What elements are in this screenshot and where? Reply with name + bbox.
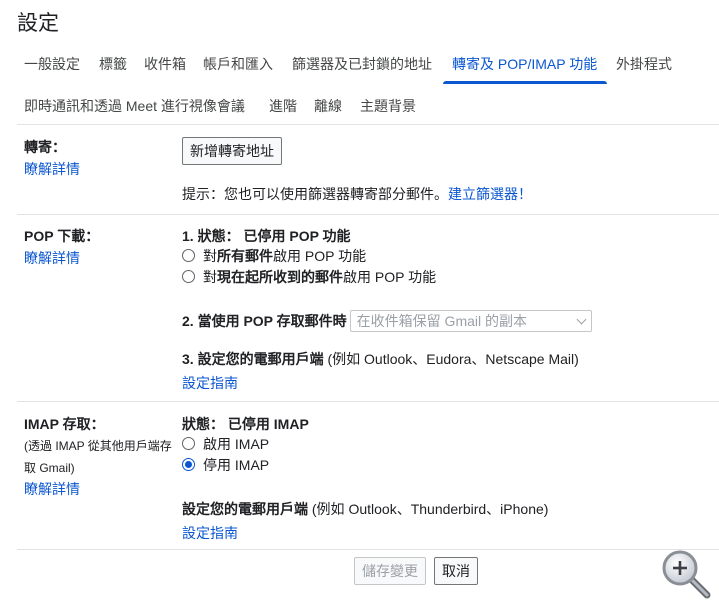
pop-client-rest: (例如 Outlook、Eudora、Netscape Mail) [323, 351, 579, 367]
divider [17, 124, 719, 125]
pop-learn-more-link[interactable]: 瞭解詳情 [24, 250, 80, 266]
imap-enable-label: 啟用 IMAP [203, 435, 270, 452]
imap-client-rest: (例如 Outlook、Thunderbird、iPhone) [308, 501, 549, 517]
magnifier-zoom-in-icon[interactable] [660, 548, 712, 600]
pop-access-label: 2. 當使用 POP 存取郵件時 [182, 313, 347, 329]
pop-access-select[interactable]: 在收件箱保留 Gmail 的副本 [349, 310, 592, 332]
forwarding-tip-text: 提示：您也可以使用篩選器轉寄部分郵件。 [182, 186, 448, 202]
pop-status: 1. 狀態： 已停用 POP 功能 [182, 226, 592, 245]
pop-option1-bold: 所有郵件 [217, 247, 273, 264]
pop-access-select-value: 在收件箱保留 Gmail 的副本 [356, 313, 528, 329]
tab-addons[interactable]: 外掛程式 [616, 54, 672, 74]
imap-status-value: 已停用 IMAP [227, 416, 309, 432]
chevron-down-icon [576, 314, 587, 324]
pop-from-now-radio[interactable] [182, 270, 195, 283]
pop-option2-pre: 對 [203, 268, 217, 285]
tab-labels[interactable]: 標籤 [99, 54, 127, 74]
divider [17, 549, 719, 550]
cancel-button[interactable]: 取消 [434, 557, 478, 585]
pop-label: POP 下載： 瞭解詳情 [24, 226, 99, 268]
pop-option-all-mail[interactable]: 對所有郵件 啟用 POP 功能 [182, 245, 592, 266]
forwarding-label: 轉寄： 瞭解詳情 [24, 137, 80, 179]
imap-subtitle-line2: 取 Gmail) [24, 461, 75, 475]
forwarding-tip: 提示：您也可以使用篩選器轉寄部分郵件。建立篩選器！ [182, 184, 532, 204]
imap-disable-label: 停用 IMAP [203, 456, 270, 473]
forwarding-title: 轉寄： [24, 139, 66, 155]
pop-all-mail-radio[interactable] [182, 249, 195, 262]
create-filter-link[interactable]: 建立篩選器！ [448, 186, 532, 202]
settings-tabs: 一般設定 標籤 收件箱 帳戶和匯入 篩選器及已封鎖的地址 轉寄及 POP/IMA… [0, 48, 719, 136]
pop-status-value: 已停用 POP 功能 [243, 228, 351, 244]
tab-offline[interactable]: 離線 [314, 96, 342, 116]
pop-title: POP 下載： [24, 228, 100, 244]
pop-option-from-now[interactable]: 對現在起所收到的郵件 啟用 POP 功能 [182, 266, 592, 287]
imap-disable-radio[interactable] [182, 458, 195, 471]
tab-chat-meet[interactable]: 即時通訊和透過 Meet 進行視像會議 [24, 96, 245, 116]
imap-setup-guide-link[interactable]: 設定指南 [182, 525, 238, 541]
pop-status-prefix: 1. 狀態： [182, 228, 240, 244]
pop-option2-post: 啟用 POP 功能 [343, 268, 437, 285]
imap-client-bold: 設定您的電郵用戶端 [182, 501, 308, 517]
tab-row-2: 即時通訊和透過 Meet 進行視像會議 進階 離線 主題背景 [0, 92, 719, 136]
forwarding-content: 新增轉寄地址 提示：您也可以使用篩選器轉寄部分郵件。建立篩選器！ [182, 137, 532, 204]
pop-option2-bold: 現在起所收到的郵件 [217, 268, 343, 285]
imap-status-prefix: 狀態： [182, 416, 224, 432]
footer-actions: 儲存變更 取消 [354, 557, 478, 585]
imap-enable-option[interactable]: 啟用 IMAP [182, 433, 548, 454]
pop-option1-post: 啟用 POP 功能 [273, 247, 367, 264]
imap-learn-more-link[interactable]: 瞭解詳情 [24, 481, 80, 497]
pop-client-bold: 3. 設定您的電郵用戶端 [182, 351, 324, 367]
divider [17, 214, 719, 215]
tab-themes[interactable]: 主題背景 [360, 96, 416, 116]
imap-status: 狀態： 已停用 IMAP [182, 414, 548, 433]
add-forwarding-address-button[interactable]: 新增轉寄地址 [182, 137, 282, 165]
pop-client-row: 3. 設定您的電郵用戶端 (例如 Outlook、Eudora、Netscape… [182, 349, 592, 369]
tab-accounts[interactable]: 帳戶和匯入 [203, 54, 273, 74]
imap-subtitle-line1: (透過 IMAP 從其他用戶端存 [24, 439, 172, 453]
tab-forwarding-pop-imap[interactable]: 轉寄及 POP/IMAP 功能 [452, 54, 597, 74]
pop-setup-guide-link[interactable]: 設定指南 [182, 375, 238, 391]
page-title: 設定 [17, 12, 59, 35]
imap-disable-option[interactable]: 停用 IMAP [182, 454, 548, 475]
imap-enable-radio[interactable] [182, 437, 195, 450]
imap-title: IMAP 存取： [24, 416, 105, 432]
active-tab-indicator [443, 81, 607, 84]
imap-client-row: 設定您的電郵用戶端 (例如 Outlook、Thunderbird、iPhone… [182, 499, 548, 519]
tab-filters[interactable]: 篩選器及已封鎖的地址 [292, 54, 432, 74]
save-changes-button[interactable]: 儲存變更 [354, 557, 426, 585]
imap-label: IMAP 存取： (透過 IMAP 從其他用戶端存 取 Gmail) 瞭解詳情 [24, 414, 172, 499]
forwarding-learn-more-link[interactable]: 瞭解詳情 [24, 161, 80, 177]
tab-row-1: 一般設定 標籤 收件箱 帳戶和匯入 篩選器及已封鎖的地址 轉寄及 POP/IMA… [0, 48, 719, 92]
tab-inbox[interactable]: 收件箱 [144, 54, 186, 74]
tab-advanced[interactable]: 進階 [269, 96, 297, 116]
pop-access-row: 2. 當使用 POP 存取郵件時 在收件箱保留 Gmail 的副本 [182, 309, 592, 333]
pop-option1-pre: 對 [203, 247, 217, 264]
divider [17, 401, 719, 402]
tab-general[interactable]: 一般設定 [24, 54, 80, 74]
imap-content: 狀態： 已停用 IMAP 啟用 IMAP 停用 IMAP 設定您的電郵用戶端 (… [182, 414, 548, 543]
pop-content: 1. 狀態： 已停用 POP 功能 對所有郵件 啟用 POP 功能 對現在起所收到… [182, 226, 592, 393]
